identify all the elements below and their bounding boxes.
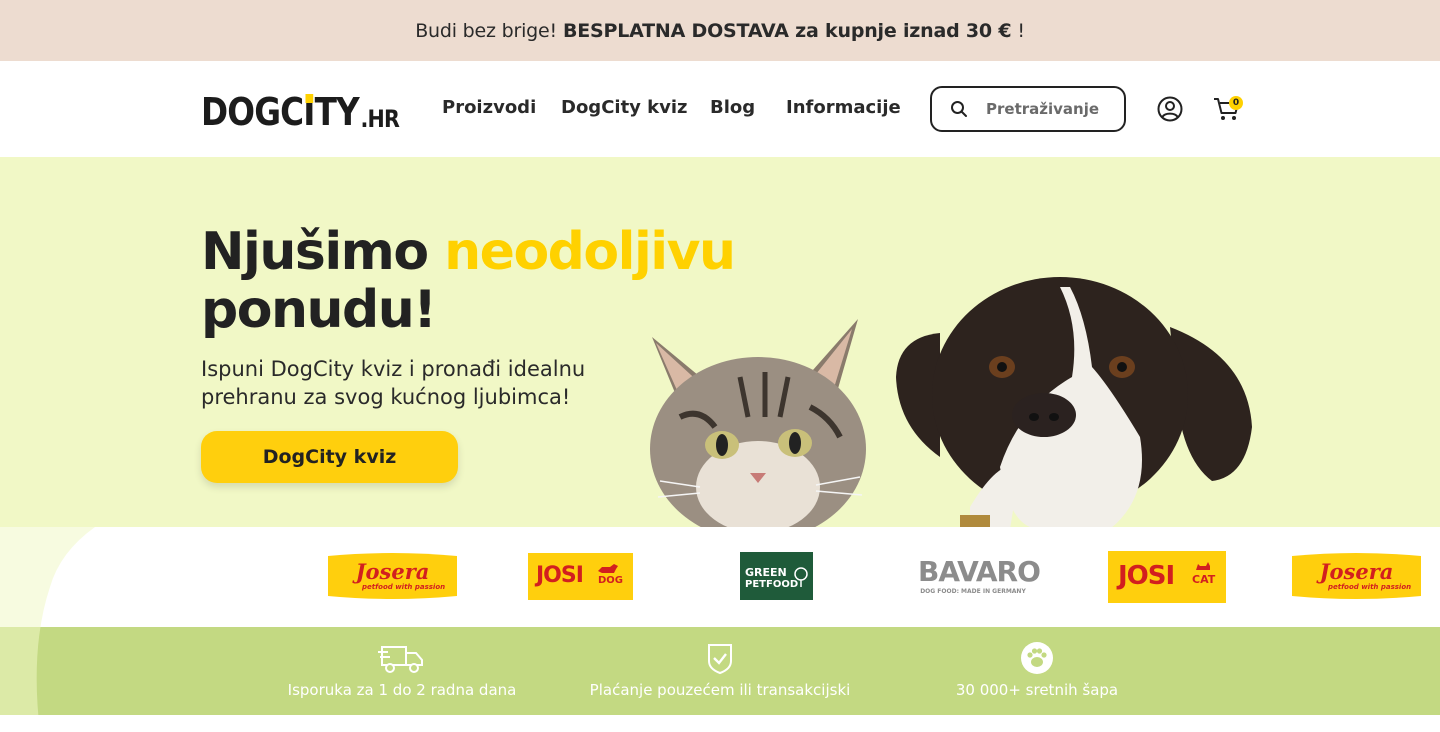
brand-name-b: PETFOOD	[745, 579, 799, 590]
brand-logo-josicat[interactable]: JOSI CAT	[1108, 551, 1226, 603]
search-input[interactable]	[986, 98, 1116, 120]
brand-logo-josera[interactable]: Josera petfood with passion	[324, 552, 461, 600]
brand-name: Josera	[1319, 559, 1394, 584]
benefit-delivery: Isporuka za 1 do 2 radna dana	[252, 627, 552, 715]
cat-silhouette-icon	[1196, 562, 1210, 570]
site-header: DOGC I TY .HR Proizvodi DogCity kviz Blog I…	[0, 61, 1440, 157]
cat-illustration	[650, 319, 866, 529]
hero-title-part-a: Njušimo	[201, 222, 429, 282]
nav-proizvodi[interactable]: Proizvodi	[442, 97, 536, 118]
benefit-payment: Plaćanje pouzećem ili transakcijski	[570, 627, 870, 715]
user-account-icon[interactable]	[1157, 96, 1183, 122]
page-bottom-strip	[0, 715, 1440, 732]
brand-tagline: petfood with passion	[1328, 583, 1412, 591]
benefit-delivery-text: Isporuka za 1 do 2 radna dana	[287, 681, 517, 699]
cart-count-badge: 0	[1229, 96, 1243, 110]
logo-text-a: DOGC	[201, 90, 304, 134]
shield-check-icon	[708, 644, 732, 675]
delivery-truck-icon	[378, 646, 423, 673]
search-icon	[951, 101, 967, 117]
brand-tag: CAT	[1192, 573, 1216, 586]
dogcity-logo[interactable]: DOGC I TY .HR	[201, 87, 400, 134]
nav-informacije[interactable]: Informacije	[786, 97, 901, 118]
benefit-payment-text: Plaćanje pouzećem ili transakcijski	[589, 681, 851, 699]
dog-illustration	[896, 277, 1252, 529]
logo-dot	[305, 94, 313, 103]
benefit-happy-paws: 30 000+ sretnih šapa	[887, 627, 1187, 715]
brand-logo-josidog[interactable]: JOSI DOG	[528, 553, 633, 600]
decorative-wave	[0, 527, 95, 732]
benefit-happy-paws-text: 30 000+ sretnih šapa	[955, 681, 1119, 699]
announcement-highlight: BESPLATNA DOSTAVA za kupnje iznad 30 €	[562, 19, 1012, 42]
logo-i: I	[303, 93, 315, 131]
announcement-bar: Budi bez brige! BESPLATNA DOSTAVA za kup…	[0, 0, 1440, 61]
paw-icon	[1021, 642, 1053, 674]
brand-logo-green-petfood[interactable]: GREEN PETFOOD	[740, 552, 813, 600]
hero-title-part-b: ponudu!	[201, 280, 437, 340]
tree-icon	[794, 567, 808, 587]
announcement-tail: !	[1017, 19, 1025, 42]
hero-subtitle: Ispuni DogCity kviz i pronađi idealnu pr…	[201, 357, 586, 409]
brand-name: BAVARO	[918, 555, 1041, 588]
brand-logo-josera-2[interactable]: Josera petfood with passion	[1288, 552, 1425, 600]
brand-name: JOSI	[1118, 561, 1175, 591]
brand-tagline: DOG FOOD: MADE IN GERMANY	[920, 588, 1026, 595]
dog-silhouette-icon	[598, 564, 618, 573]
brand-logo-bavaro[interactable]: BAVARO DOG FOOD: MADE IN GERMANY	[918, 555, 1041, 599]
brand-tagline: petfood with passion	[362, 583, 446, 591]
cat-and-dog-image	[650, 277, 1252, 529]
announcement-text: Budi bez brige!	[415, 19, 557, 42]
logo-suffix: .HR	[360, 105, 400, 133]
logo-text-b: TY	[314, 90, 360, 134]
nav-blog[interactable]: Blog	[710, 97, 755, 118]
brand-tag: DOG	[598, 575, 624, 586]
brand-name: JOSI	[536, 563, 584, 588]
nav-dogcity-kviz[interactable]: DogCity kviz	[561, 97, 688, 118]
dogcity-kviz-button[interactable]: DogCity kviz	[201, 431, 458, 483]
brand-name-a: GREEN	[745, 566, 787, 579]
brand-name: Josera	[355, 559, 430, 584]
search-box[interactable]	[930, 86, 1126, 132]
